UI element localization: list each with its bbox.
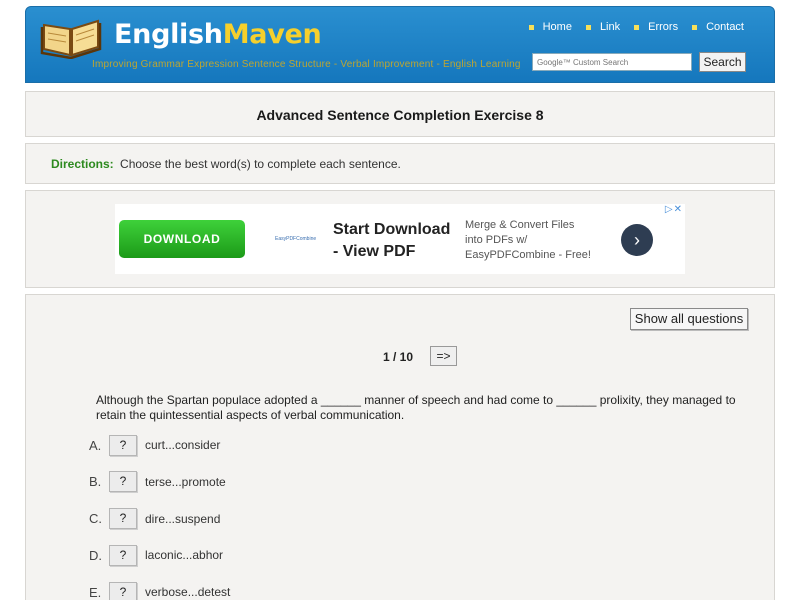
bullet-icon xyxy=(692,24,698,30)
option-letter: B. xyxy=(89,474,102,490)
logo-maven-text: Maven xyxy=(222,19,322,50)
directions-panel: Directions: Choose the best word(s) to c… xyxy=(25,143,775,184)
option-text: laconic...abhor xyxy=(145,548,224,563)
site-logo[interactable]: EnglishMaven xyxy=(114,19,322,50)
option-text: verbose...detest xyxy=(145,585,231,600)
option-text: dire...suspend xyxy=(145,511,221,526)
nav-home-label: Home xyxy=(542,21,572,33)
book-logo-icon xyxy=(40,19,102,59)
search-input[interactable] xyxy=(532,53,692,71)
search-button[interactable]: Search xyxy=(699,52,746,72)
check-answer-button[interactable]: ? xyxy=(109,434,137,456)
nav-home-link[interactable]: Home xyxy=(528,21,572,33)
answer-option: A. ? curt...consider xyxy=(89,434,230,456)
chevron-right-icon[interactable]: › xyxy=(621,224,653,256)
question-text: Although the Spartan populace adopted a … xyxy=(96,393,736,422)
logo-english-text: English xyxy=(114,19,223,50)
answer-option: E. ? verbose...detest xyxy=(89,581,230,600)
ad-choices-icon[interactable]: ▷✕ xyxy=(665,204,683,215)
site-header: EnglishMaven Improving Grammar Expressio… xyxy=(25,6,775,83)
nav-link-label: Link xyxy=(599,21,621,33)
next-question-button[interactable]: => xyxy=(430,346,457,366)
check-answer-button[interactable]: ? xyxy=(109,581,137,600)
show-all-questions-button[interactable]: Show all questions xyxy=(630,308,748,330)
answer-option: B. ? terse...promote xyxy=(89,471,230,493)
check-answer-button[interactable]: ? xyxy=(109,471,137,493)
ad-headline[interactable]: Start Download - View PDF xyxy=(333,219,458,263)
ad-panel: DOWNLOAD EasyPDFCombine Start Download -… xyxy=(25,190,775,288)
nav-errors-link[interactable]: Errors xyxy=(634,21,678,33)
question-panel: Show all questions 1 / 10 => Although th… xyxy=(25,294,775,600)
answer-options: A. ? curt...consider B. ? terse...promot… xyxy=(89,434,230,600)
nav-link-link[interactable]: Link xyxy=(585,21,621,33)
bullet-icon xyxy=(528,24,534,30)
option-letter: C. xyxy=(89,511,102,527)
nav-errors-label: Errors xyxy=(648,21,679,33)
site-tagline: Improving Grammar Expression Sentence St… xyxy=(92,59,521,70)
option-letter: D. xyxy=(89,547,102,563)
nav-contact-link[interactable]: Contact xyxy=(692,21,744,33)
bullet-icon xyxy=(634,24,640,30)
check-answer-button[interactable]: ? xyxy=(109,544,137,566)
top-nav: Home Link Errors Contact xyxy=(528,21,744,33)
ad-description: Merge & Convert Files into PDFs w/ EasyP… xyxy=(465,219,591,261)
directions: Directions: Choose the best word(s) to c… xyxy=(51,157,401,171)
page-title: Advanced Sentence Completion Exercise 8 xyxy=(256,107,544,123)
option-letter: E. xyxy=(89,584,102,600)
option-text: curt...consider xyxy=(145,438,221,452)
answer-option: D. ? laconic...abhor xyxy=(89,544,230,566)
directions-label: Directions: xyxy=(51,157,114,171)
option-letter: A. xyxy=(89,437,102,453)
ad-banner[interactable]: DOWNLOAD EasyPDFCombine Start Download -… xyxy=(115,204,685,274)
ad-download-button[interactable]: DOWNLOAD xyxy=(119,220,245,258)
nav-contact-label: Contact xyxy=(706,21,744,33)
answer-option: C. ? dire...suspend xyxy=(89,508,230,530)
question-counter: 1 / 10 xyxy=(383,350,414,364)
bullet-icon xyxy=(585,24,591,30)
title-panel: Advanced Sentence Completion Exercise 8 xyxy=(25,91,775,137)
directions-text: Choose the best word(s) to complete each… xyxy=(120,157,401,171)
ad-small-logo: EasyPDFCombine xyxy=(275,236,317,242)
check-answer-button[interactable]: ? xyxy=(109,508,137,530)
option-text: terse...promote xyxy=(145,474,226,489)
